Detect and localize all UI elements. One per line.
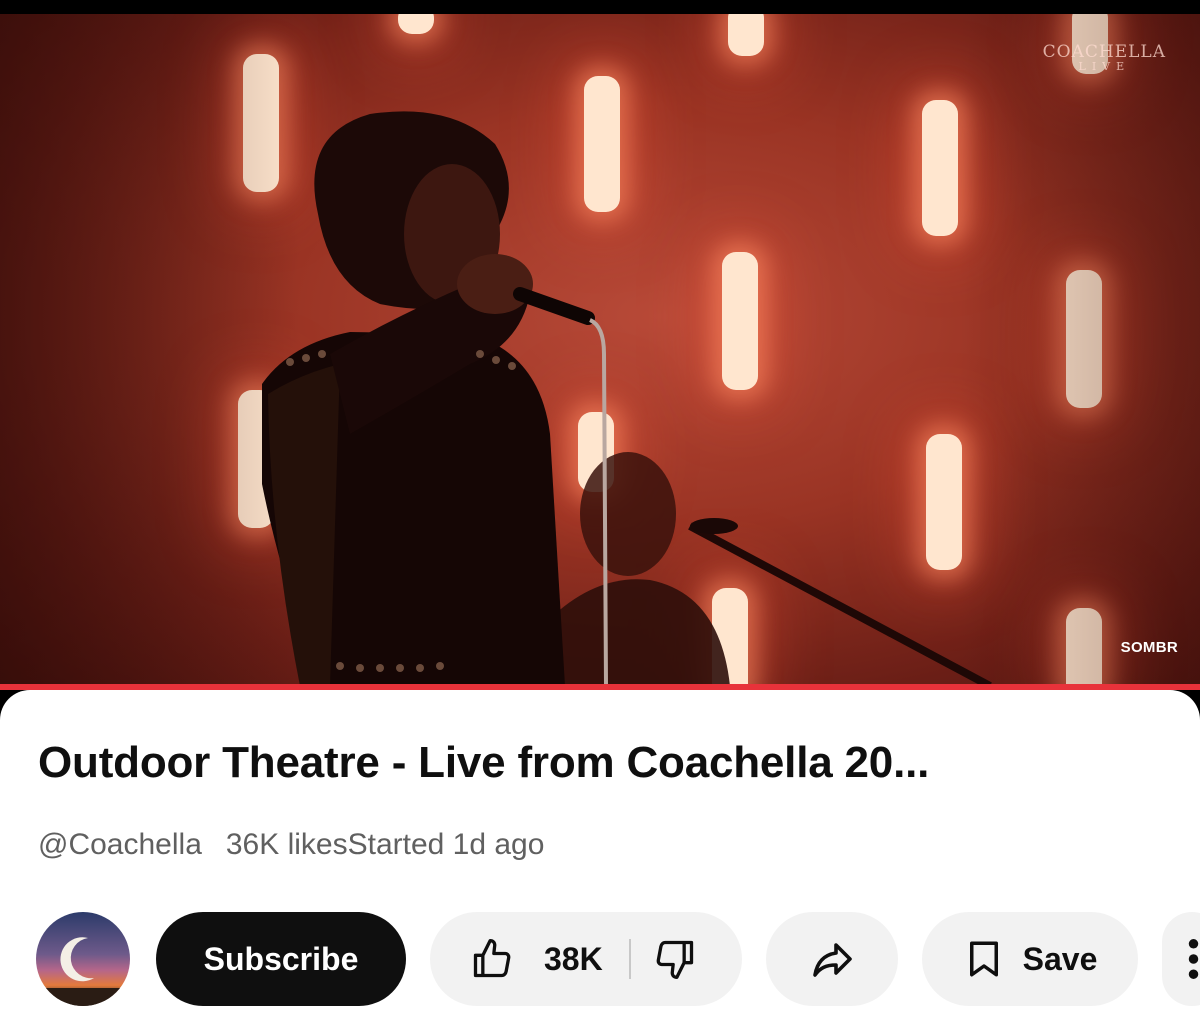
more-actions-button[interactable] — [1162, 912, 1200, 1006]
channel-avatar[interactable] — [36, 912, 130, 1006]
channel-handle[interactable]: @Coachella — [38, 828, 202, 861]
video-details-panel: Outdoor Theatre - Live from Coachella 20… — [0, 690, 1200, 1028]
thumbs-up-icon — [473, 939, 511, 978]
more-icon — [1188, 939, 1199, 979]
like-button[interactable]: 38K — [470, 937, 603, 981]
likes-count-text: 36K likes — [225, 828, 348, 861]
share-icon — [813, 943, 852, 977]
video-meta-row: @Coachella 36K likesStarted 1d ago — [38, 828, 544, 862]
like-count: 38K — [544, 940, 603, 977]
artist-name-tag: SOMBR — [1120, 639, 1178, 656]
subscribe-button[interactable]: Subscribe — [156, 912, 406, 1006]
like-dislike-group: 38K — [430, 912, 742, 1006]
watermark-main: COACHELLA — [1042, 42, 1166, 62]
coachella-watermark: COACHELLA LIVE — [1043, 42, 1166, 73]
started-time-text: Started 1d ago — [347, 828, 545, 861]
dislike-button[interactable] — [653, 937, 697, 981]
like-divider — [628, 939, 631, 979]
save-label: Save — [1022, 940, 1098, 977]
video-title[interactable]: Outdoor Theatre - Live from Coachella 20… — [38, 738, 929, 788]
bookmark-icon — [969, 941, 998, 977]
save-button[interactable]: Save — [922, 912, 1138, 1006]
performer-silhouette — [262, 111, 992, 686]
video-player[interactable]: COACHELLA LIVE SOMBR — [0, 14, 1200, 686]
crescent-moon-icon — [36, 937, 130, 1006]
thumbs-down-icon — [656, 940, 693, 979]
top-status-bar — [0, 0, 1200, 14]
action-bar: Subscribe 38K Save — [0, 910, 1200, 1006]
share-button[interactable] — [766, 912, 898, 1006]
